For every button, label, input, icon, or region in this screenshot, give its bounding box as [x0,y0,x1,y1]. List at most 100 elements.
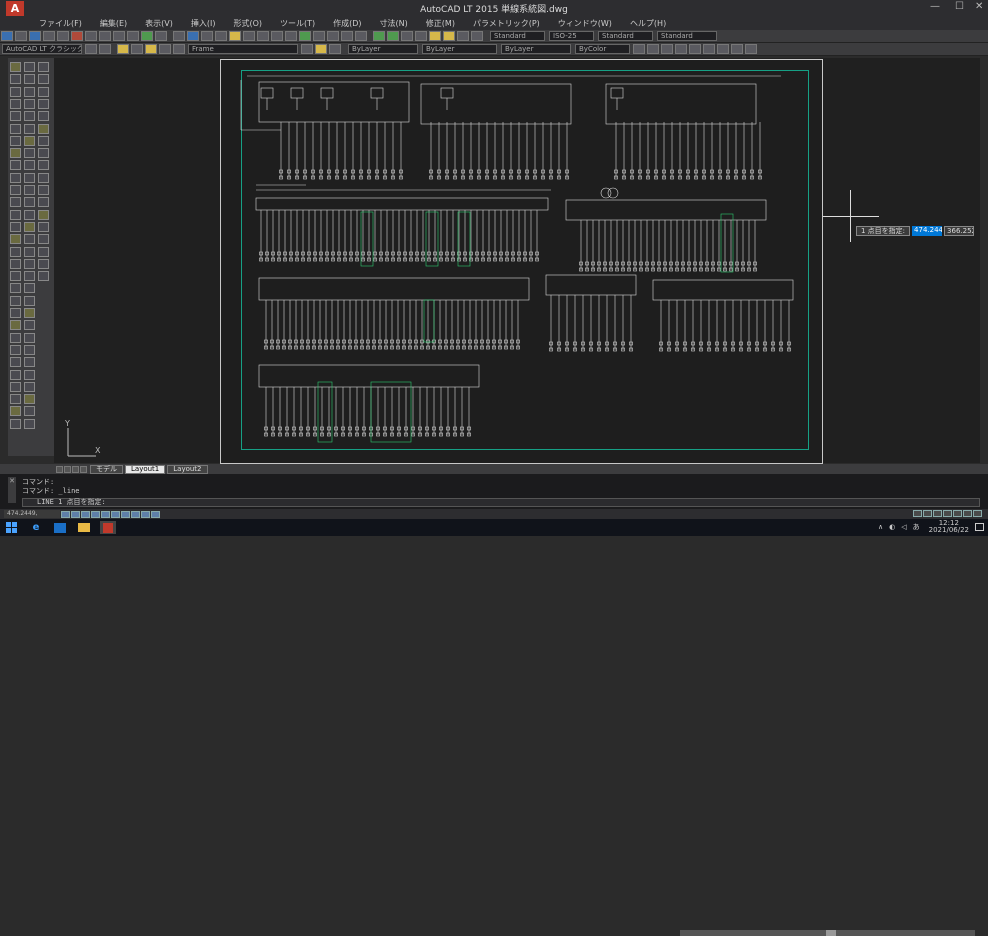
text-style-combo[interactable]: Standard [490,31,545,41]
draw-tool-button[interactable] [10,62,21,72]
toolbar-button[interactable] [229,31,241,41]
draw-tool-button[interactable] [38,86,49,97]
last-tab-button[interactable] [80,465,87,473]
draw-tool-button[interactable] [24,258,35,269]
draw-tool-button[interactable] [24,185,35,195]
toolbar-button[interactable] [689,44,701,54]
linetype-combo[interactable]: ByLayer [422,44,497,54]
menu-item[interactable]: ツール(T) [271,18,324,29]
draw-tool-button[interactable] [24,381,35,392]
draw-tool-button[interactable] [10,357,21,368]
toolbar-button[interactable] [633,44,645,54]
draw-tool-button[interactable] [38,123,49,134]
command-input[interactable]: LINE 1 点目を指定: [22,498,980,507]
menu-item[interactable]: 表示(V) [136,18,182,29]
draw-tool-button[interactable] [24,308,35,318]
menu-item[interactable]: 挿入(I) [182,18,225,29]
ime-indicator[interactable]: あ [913,522,920,532]
menu-item[interactable]: 修正(M) [417,18,464,29]
draw-tool-button[interactable] [10,148,21,159]
isolate-button[interactable] [963,510,972,517]
toolbar-button[interactable] [661,44,673,54]
toolbar-button[interactable] [99,31,111,41]
draw-tool-button[interactable] [10,98,21,109]
draw-tool-button[interactable] [10,258,21,269]
toolbar-button[interactable] [341,31,353,41]
draw-tool-button[interactable] [10,160,21,171]
draw-tool-button[interactable] [24,221,35,232]
menu-item[interactable]: ヘルプ(H) [621,18,675,29]
draw-tool-button[interactable] [10,86,21,97]
draw-tool-button[interactable] [24,197,35,208]
toolbar-button[interactable] [471,31,483,41]
toolbar-button[interactable] [745,44,757,54]
draw-tool-button[interactable] [24,98,35,109]
draw-tool-button[interactable] [38,148,49,159]
toolbar-button[interactable] [173,31,185,41]
draw-tool-button[interactable] [24,62,35,72]
draw-tool-button[interactable] [24,111,35,122]
draw-tool-button[interactable] [24,234,35,245]
draw-tool-button[interactable] [24,123,35,134]
toolbar-button[interactable] [141,31,153,41]
draw-tool-button[interactable] [24,344,35,355]
osnap-button[interactable] [101,510,110,518]
toolbar-button[interactable] [127,31,139,41]
tab-model[interactable]: モデル [90,464,123,474]
draw-tool-button[interactable] [10,271,21,282]
command-close-icon[interactable]: ✕ [8,477,16,503]
toolbar-button[interactable] [215,31,227,41]
menu-item[interactable]: 寸法(N) [371,18,417,29]
draw-tool-button[interactable] [10,234,21,245]
draw-tool-button[interactable] [38,172,49,183]
draw-tool-button[interactable] [10,185,21,195]
draw-tool-button[interactable] [10,308,21,318]
draw-tool-button[interactable] [24,74,35,85]
dyn-button[interactable] [131,510,140,518]
scrollbar-thumb[interactable] [826,930,836,936]
toolbar-button[interactable] [271,31,283,41]
toolbar-button[interactable] [329,44,341,54]
draw-tool-button[interactable] [38,209,49,220]
toolbar-button[interactable] [15,31,27,41]
draw-tool-button[interactable] [10,295,21,306]
model-space-button[interactable] [913,510,922,517]
ducs-button[interactable] [121,510,130,518]
volume-icon[interactable]: ◁ [901,523,906,531]
draw-tool-button[interactable] [10,111,21,122]
chevron-up-icon[interactable]: ∧ [878,523,883,531]
plotstyle-combo[interactable]: ByColor [575,44,630,54]
toolbar-button[interactable] [29,31,41,41]
draw-tool-button[interactable] [24,172,35,183]
ortho-button[interactable] [81,510,90,518]
draw-tool-button[interactable] [10,406,21,417]
draw-tool-button[interactable] [24,295,35,306]
toolbar-button[interactable] [173,44,185,54]
windows-start-icon[interactable] [4,521,20,534]
draw-tool-button[interactable] [24,394,35,405]
toolbar-button[interactable] [85,31,97,41]
toolbar-button[interactable] [327,31,339,41]
toolbar-button[interactable] [401,31,413,41]
toolbar-button[interactable] [355,31,367,41]
layer-combo[interactable]: Frame [188,44,298,54]
toolbar-button[interactable] [717,44,729,54]
first-tab-button[interactable] [56,465,63,473]
draw-tool-button[interactable] [38,258,49,269]
draw-tool-button[interactable] [24,160,35,171]
mleader-style-combo[interactable]: Standard [657,31,717,41]
toolbar-button[interactable] [243,31,255,41]
polar-button[interactable] [91,510,100,518]
next-tab-button[interactable] [72,465,79,473]
toolbar-button[interactable] [675,44,687,54]
vertical-scrollbar[interactable] [980,58,988,463]
file-explorer-icon[interactable] [76,521,92,534]
toolbar-button[interactable] [457,31,469,41]
grid-button[interactable] [71,510,80,518]
toolbar-button[interactable] [257,31,269,41]
draw-tool-button[interactable] [10,394,21,405]
draw-tool-button[interactable] [24,406,35,417]
draw-tool-button[interactable] [24,332,35,343]
draw-tool-button[interactable] [10,332,21,343]
draw-tool-button[interactable] [10,123,21,134]
